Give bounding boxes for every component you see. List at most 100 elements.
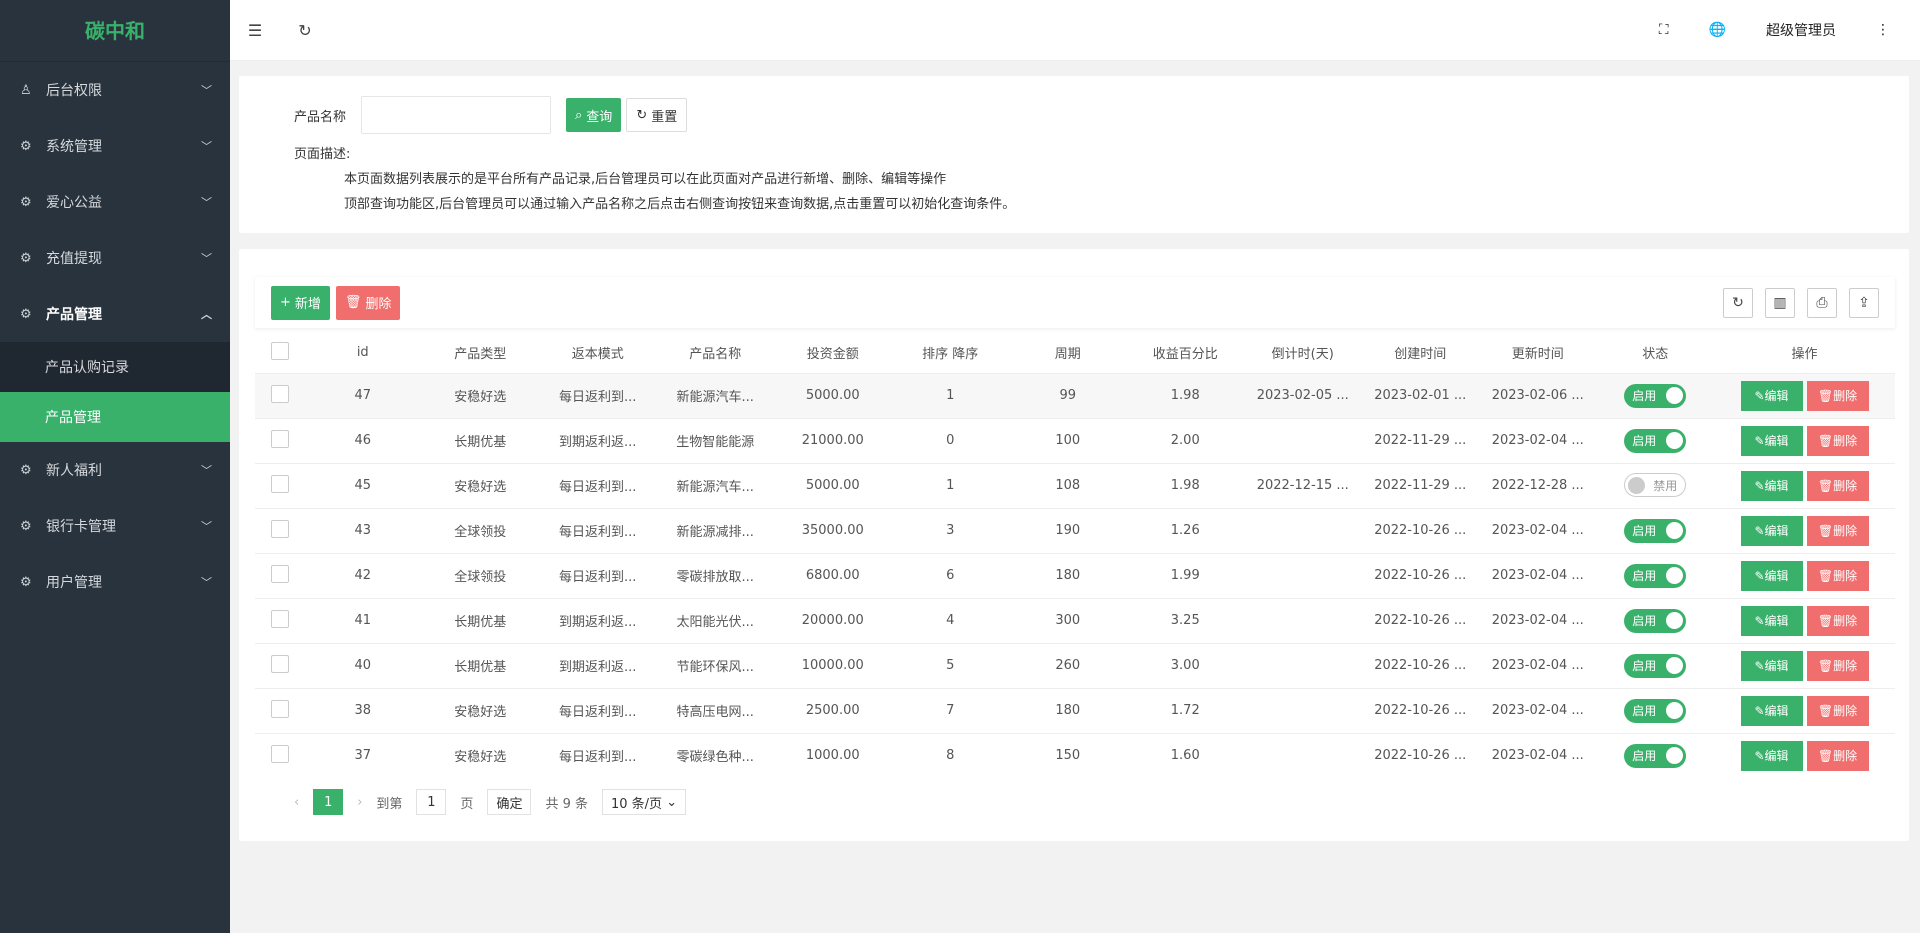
edit-label: 编辑	[1765, 522, 1789, 539]
edit-button[interactable]: ✎编辑	[1741, 741, 1803, 771]
delete-label: 删除	[1833, 747, 1857, 764]
sidebar-item[interactable]: ⚙充值提现﹀	[0, 230, 230, 286]
row-checkbox[interactable]	[255, 418, 304, 463]
row-checkbox[interactable]	[255, 373, 304, 418]
delete-button[interactable]: 🗑删除	[1807, 561, 1869, 591]
table-cell: 安稳好选	[422, 733, 540, 778]
globe-icon[interactable]: 🌐	[1709, 22, 1726, 38]
status-toggle[interactable]: 启用	[1597, 418, 1715, 463]
row-checkbox[interactable]	[255, 733, 304, 778]
refresh-table-icon[interactable]: ↻	[1723, 288, 1753, 318]
delete-button[interactable]: 🗑删除	[1807, 606, 1869, 636]
page-input[interactable]: 1	[416, 789, 446, 815]
query-button[interactable]: ⌕查询	[566, 98, 621, 132]
more-icon[interactable]: ⋮	[1876, 22, 1890, 38]
delete-button[interactable]: 🗑删除	[1807, 381, 1869, 411]
delete-button[interactable]: 🗑删除	[1807, 516, 1869, 546]
column-header[interactable]: 返本模式	[539, 333, 657, 373]
delete-button[interactable]: 🗑删除	[1807, 471, 1869, 501]
collapse-menu-icon[interactable]: ☰	[230, 21, 280, 40]
sidebar-item[interactable]: ⚙用户管理﹀	[0, 554, 230, 610]
delete-button[interactable]: 🗑删除	[1807, 741, 1869, 771]
row-checkbox[interactable]	[255, 463, 304, 508]
table-cell: 2500.00	[774, 688, 892, 733]
status-toggle[interactable]: 启用	[1597, 643, 1715, 688]
table-cell: 安稳好选	[422, 373, 540, 418]
column-header[interactable]: 排序 降序	[892, 333, 1010, 373]
table-row: 47安稳好选每日返利到...新能源汽车...5000.001991.982023…	[255, 373, 1895, 418]
batch-delete-button[interactable]: 🗑删除	[336, 286, 401, 320]
add-button[interactable]: + 新增	[271, 286, 330, 320]
prev-page-icon[interactable]: ‹	[294, 795, 299, 810]
table-cell: 2023-02-06 ...	[1479, 373, 1597, 418]
delete-button[interactable]: 🗑删除	[1807, 426, 1869, 456]
edit-button[interactable]: ✎编辑	[1741, 516, 1803, 546]
edit-button[interactable]: ✎编辑	[1741, 381, 1803, 411]
column-header[interactable]: 更新时间	[1479, 333, 1597, 373]
status-label: 启用	[1632, 567, 1656, 584]
column-header[interactable]: 产品类型	[422, 333, 540, 373]
column-header[interactable]: 周期	[1009, 333, 1127, 373]
column-header[interactable]: 操作	[1714, 333, 1895, 373]
query-label: 查询	[586, 106, 612, 125]
table-cell: 6800.00	[774, 553, 892, 598]
edit-button[interactable]: ✎编辑	[1741, 471, 1803, 501]
sidebar-item[interactable]: ⚙爱心公益﹀	[0, 174, 230, 230]
column-header[interactable]: 倒计时(天)	[1244, 333, 1362, 373]
sidebar-item[interactable]: ⚙新人福利﹀	[0, 442, 230, 498]
column-header[interactable]: 产品名称	[657, 333, 775, 373]
row-checkbox[interactable]	[255, 508, 304, 553]
status-toggle[interactable]: 启用	[1597, 733, 1715, 778]
row-checkbox[interactable]	[255, 598, 304, 643]
status-toggle[interactable]: 启用	[1597, 688, 1715, 733]
sidebar-item[interactable]: ♙后台权限﹀	[0, 62, 230, 118]
export-icon[interactable]: ⇪	[1849, 288, 1879, 318]
total-count: 共 9 条	[545, 793, 588, 812]
status-toggle[interactable]: 启用	[1597, 508, 1715, 553]
print-icon[interactable]: ⎙	[1807, 288, 1837, 318]
status-toggle[interactable]: 禁用	[1597, 463, 1715, 508]
edit-button[interactable]: ✎编辑	[1741, 696, 1803, 726]
fullscreen-icon[interactable]: ⛶	[1659, 22, 1669, 38]
edit-button[interactable]: ✎编辑	[1741, 651, 1803, 681]
sidebar-item[interactable]: ⚙银行卡管理﹀	[0, 498, 230, 554]
sidebar-item[interactable]: ⚙产品管理︿	[0, 286, 230, 342]
select-all-checkbox[interactable]	[255, 333, 304, 373]
refresh-icon[interactable]: ↻	[280, 21, 330, 40]
status-toggle[interactable]: 启用	[1597, 373, 1715, 418]
status-toggle[interactable]: 启用	[1597, 553, 1715, 598]
row-checkbox[interactable]	[255, 553, 304, 598]
table-cell: 2023-02-04 ...	[1479, 598, 1597, 643]
row-checkbox[interactable]	[255, 643, 304, 688]
user-name[interactable]: 超级管理员	[1766, 20, 1836, 40]
sidebar-item-label: 新人福利	[46, 460, 102, 480]
next-page-icon[interactable]: ›	[357, 795, 362, 810]
delete-button[interactable]: 🗑删除	[1807, 696, 1869, 726]
status-toggle[interactable]: 启用	[1597, 598, 1715, 643]
column-header[interactable]: 收益百分比	[1127, 333, 1245, 373]
sidebar-item[interactable]: ⚙系统管理﹀	[0, 118, 230, 174]
edit-button[interactable]: ✎编辑	[1741, 561, 1803, 591]
table-cell: 180	[1009, 553, 1127, 598]
table-cell: 零碳绿色种...	[657, 733, 775, 778]
edit-button[interactable]: ✎编辑	[1741, 426, 1803, 456]
column-header[interactable]: 状态	[1597, 333, 1715, 373]
table-cell: 2023-02-04 ...	[1479, 553, 1597, 598]
columns-icon[interactable]: ▥	[1765, 288, 1795, 318]
row-checkbox[interactable]	[255, 688, 304, 733]
submenu-item[interactable]: 产品管理	[0, 392, 230, 442]
table-cell: 190	[1009, 508, 1127, 553]
table-cell: 5	[892, 643, 1010, 688]
confirm-button[interactable]: 确定	[487, 789, 531, 815]
column-header[interactable]: 创建时间	[1362, 333, 1480, 373]
column-header[interactable]: 投资金额	[774, 333, 892, 373]
product-name-input[interactable]	[361, 96, 551, 134]
page-1[interactable]: 1	[313, 789, 343, 815]
reset-button[interactable]: ↻重置	[626, 98, 687, 132]
edit-button[interactable]: ✎编辑	[1741, 606, 1803, 636]
page-size-select[interactable]: 10 条/页 ⌄	[602, 789, 686, 815]
sidebar-item-label: 银行卡管理	[46, 516, 116, 536]
column-header[interactable]: id	[304, 333, 422, 373]
delete-button[interactable]: 🗑删除	[1807, 651, 1869, 681]
submenu-item[interactable]: 产品认购记录	[0, 342, 230, 392]
